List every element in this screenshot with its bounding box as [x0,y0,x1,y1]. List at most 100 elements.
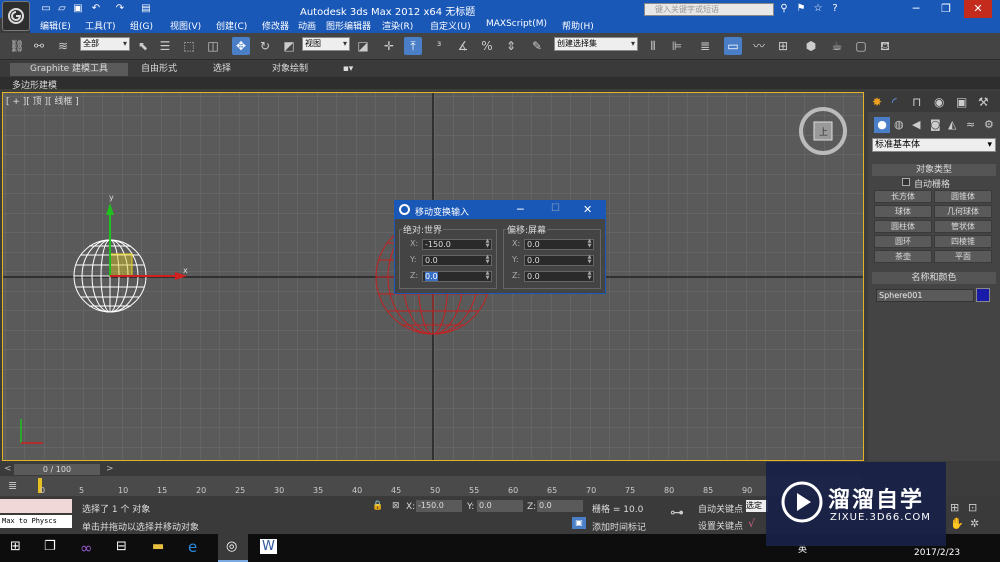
abs-y-field[interactable]: 0.0 ▲ ▼ [422,255,492,266]
minimize-button[interactable]: ─ [902,0,930,18]
selection-filter-dropdown[interactable]: 全部 [80,37,130,51]
absolute-mode-icon[interactable]: ⊠ [392,501,400,511]
select-by-name-icon[interactable]: ☰ [156,37,174,55]
object-type-header[interactable]: 对象类型 [872,164,996,176]
spacewarps-icon[interactable]: ≈ [966,118,975,131]
3dsmax-taskbar-button[interactable]: ◎ [218,534,248,562]
visual-studio-icon[interactable]: ∞ [80,539,93,557]
dialog-maximize-button[interactable]: ☐ [551,203,560,214]
object-color-swatch[interactable] [976,288,990,302]
menu-rendering[interactable]: 渲染(R) [382,19,413,32]
maxscript-mini-listener[interactable]: Max to Physcs [0,515,72,528]
dialog-titlebar[interactable]: 移动变换输入 ─ ☐ ✕ [395,201,605,219]
new-file-icon[interactable]: ▭ [40,3,52,15]
torus-button[interactable]: 圆环 [874,235,932,248]
autogrid-checkbox[interactable] [902,178,910,186]
menu-help[interactable]: 帮助(H) [562,19,594,32]
display-tab-icon[interactable]: ▣ [956,95,967,109]
name-color-header[interactable]: 名称和颜色 [872,272,996,284]
tab-graphite-modeling[interactable]: Graphite 建模工具 [10,63,128,76]
selected-set-dropdown[interactable]: 选定 [746,500,768,512]
plane-button[interactable]: 平面 [934,250,992,263]
tab-freeform[interactable]: 自由形式 [132,63,186,76]
spinner-snap-icon[interactable]: ⇕ [502,37,520,55]
rendered-frame-icon[interactable]: ▢ [852,37,870,55]
select-object-icon[interactable]: ⬉ [134,37,152,55]
bind-space-warp-icon[interactable]: ≋ [54,37,72,55]
word-icon[interactable]: W [260,539,277,554]
file-explorer-icon[interactable]: ▬ [152,539,164,554]
hierarchy-tab-icon[interactable]: ⊓ [912,95,921,109]
select-and-move-icon[interactable]: ✥ [232,37,250,55]
off-z-field[interactable]: 0.0 ▲ ▼ [524,271,594,282]
polygon-modeling-label[interactable]: 多边形建模 [12,78,57,91]
tab-object-paint[interactable]: 对象绘制 [258,63,322,76]
zoom-extents-icon[interactable]: ⊞ [950,501,959,514]
selection-lock-icon[interactable]: 🔒 [372,501,383,511]
menu-customize[interactable]: 自定义(U) [430,19,471,32]
geometry-icon[interactable]: ● [874,117,890,133]
unlink-icon[interactable]: ⚯ [30,37,48,55]
menu-animation[interactable]: 动画 [298,19,316,32]
select-and-link-icon[interactable]: ⛓ [8,37,26,55]
helpers-icon[interactable]: ◭ [948,118,956,131]
render-setup-icon[interactable]: ☕ [828,37,846,55]
menu-modifiers[interactable]: 修改器 [262,19,289,32]
lights-icon[interactable]: ◀ [912,118,920,131]
material-editor-icon[interactable]: ⬢ [802,37,820,55]
undo-icon[interactable]: ↶ [90,3,102,15]
menu-maxscript[interactable]: MAXScript(M) [486,19,547,29]
open-file-icon[interactable]: ▱ [56,3,68,15]
box-button[interactable]: 长方体 [874,190,932,203]
search-input[interactable]: 键入关键字或短语 [644,3,774,16]
pan-icon[interactable]: ✋ [950,517,964,530]
tab-selection[interactable]: 选择 [200,63,244,76]
menu-group[interactable]: 组(G) [130,19,153,32]
window-crossing-icon[interactable]: ◫ [204,37,222,55]
utilities-tab-icon[interactable]: ⚒ [978,95,989,109]
sphere-button[interactable]: 球体 [874,205,932,218]
reference-coordinate-dropdown[interactable]: 视图 [302,37,350,51]
angle-snap-icon[interactable]: ∡ [454,37,472,55]
percent-snap-icon[interactable]: % [478,37,496,55]
edit-named-selection-icon[interactable]: ✎ [528,37,546,55]
select-manipulate-icon[interactable]: ✛ [380,37,398,55]
keyboard-shortcut-override-icon[interactable]: ⤒ [404,37,422,55]
time-next-arrow[interactable]: > [106,464,114,474]
time-slider-thumb[interactable]: 0 / 100 [14,464,100,475]
status-y-field[interactable]: 0.0 [477,500,523,512]
object-name-field[interactable]: Sphere001 [876,289,974,302]
status-x-field[interactable]: -150.0 [416,500,462,512]
key-icon[interactable]: ⊶ [670,505,684,521]
set-key-label[interactable]: 设置关键点 [698,519,743,532]
start-icon[interactable]: ⊞ [10,539,21,554]
close-button[interactable]: ✕ [964,0,992,18]
viewport-label[interactable]: [ + ][ 顶 ][ 线框 ] [6,94,79,107]
abs-z-field[interactable]: 0.0 ▲ ▼ [422,271,492,282]
select-and-rotate-icon[interactable]: ↻ [256,37,274,55]
menu-edit[interactable]: 编辑(E) [40,19,71,32]
named-selection-dropdown[interactable]: 创建选择集 [554,37,638,51]
graphite-toggle-icon[interactable]: ▭ [724,37,742,55]
task-view-icon[interactable]: ❐ [44,539,56,554]
time-tag-icon[interactable]: ▣ [572,517,586,529]
abs-x-field[interactable]: -150.0 ▲ ▼ [422,239,492,250]
off-y-field[interactable]: 0.0 ▲ ▼ [524,255,594,266]
cylinder-button[interactable]: 圆柱体 [874,220,932,233]
primitive-type-dropdown[interactable]: 标准基本体 ▾ [872,138,996,152]
project-folder-icon[interactable]: ▤ [140,3,152,15]
add-time-tag[interactable]: 添加时间标记 [592,520,646,533]
redo-icon[interactable]: ↷ [114,3,126,15]
modify-tab-icon[interactable]: ◜ [892,95,897,109]
pyramid-button[interactable]: 四棱锥 [934,235,992,248]
rectangular-selection-icon[interactable]: ⬚ [180,37,198,55]
pivot-center-icon[interactable]: ◪ [354,37,372,55]
time-prev-arrow[interactable]: < [4,464,12,474]
save-icon[interactable]: ▣ [72,3,84,15]
status-z-field[interactable]: 0.0 [537,500,583,512]
maxscript-listener-pink[interactable] [0,499,72,513]
mirror-icon[interactable]: ⫴ [644,37,662,55]
render-production-icon[interactable]: ⛾ [876,37,894,55]
schematic-view-icon[interactable]: ⊞ [774,37,792,55]
cameras-icon[interactable]: ◙ [930,118,941,131]
